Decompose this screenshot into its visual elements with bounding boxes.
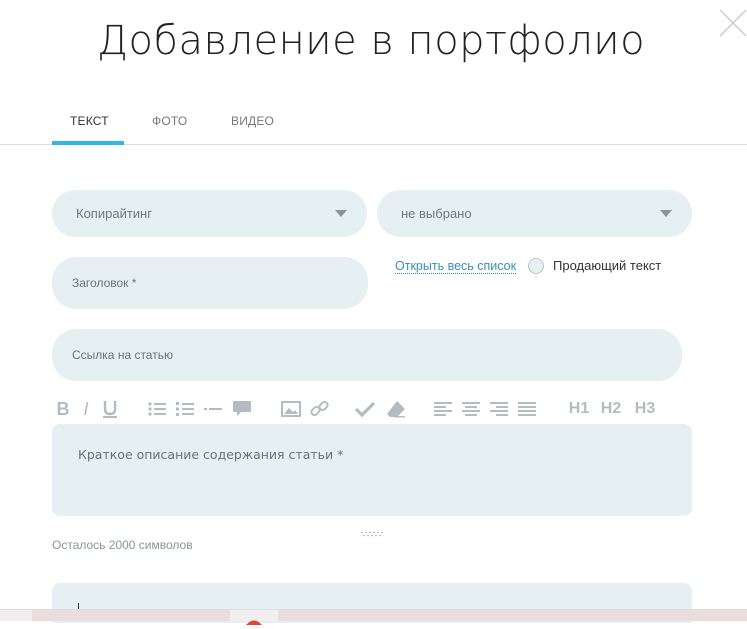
align-left-icon[interactable]: [434, 398, 452, 420]
align-center-icon[interactable]: [462, 398, 480, 420]
selling-text-checkbox[interactable]: [528, 258, 544, 274]
category-select[interactable]: Копирайтинг: [52, 190, 367, 237]
bold-icon[interactable]: B: [55, 398, 71, 420]
subcategory-select[interactable]: не выбрано: [377, 190, 692, 237]
tab-photo[interactable]: ФОТО: [152, 114, 187, 128]
image-icon[interactable]: [281, 398, 301, 420]
active-tab-indicator: [52, 141, 124, 145]
check-icon[interactable]: [354, 398, 376, 420]
remaining-chars-counter: Осталось 2000 символов: [52, 538, 193, 552]
tab-bar: ТЕКСТ ФОТО ВИДЕО: [0, 104, 747, 145]
taskbar-item[interactable]: [0, 610, 32, 621]
taskbar-item[interactable]: [230, 610, 278, 625]
chevron-down-icon: [660, 210, 672, 217]
close-button[interactable]: [718, 8, 747, 38]
quote-icon[interactable]: [232, 398, 252, 420]
eraser-icon[interactable]: [386, 398, 406, 420]
chevron-down-icon: [335, 210, 347, 217]
link-icon[interactable]: [310, 398, 330, 420]
close-icon: [719, 9, 747, 37]
resize-handle[interactable]: [360, 522, 384, 537]
category-select-value: Копирайтинг: [76, 206, 152, 221]
title-input-placeholder: Заголовок *: [72, 276, 137, 290]
horizontal-rule-icon[interactable]: [204, 398, 222, 420]
heading-2-button[interactable]: H2: [598, 398, 624, 420]
open-full-list-link[interactable]: Открыть весь список: [395, 259, 517, 274]
italic-icon[interactable]: I: [80, 398, 92, 420]
selling-text-label: Продающий текст: [553, 258, 662, 273]
tab-text[interactable]: ТЕКСТ: [70, 114, 109, 128]
align-right-icon[interactable]: [490, 398, 508, 420]
os-taskbar: [0, 609, 747, 625]
tab-video[interactable]: ВИДЕО: [231, 114, 274, 128]
modal-title: Добавление в портфолио: [96, 18, 646, 64]
description-placeholder: Краткое описание содержания статьи *: [78, 447, 344, 462]
article-link-input[interactable]: Ссылка на статью: [52, 329, 682, 381]
underline-icon[interactable]: [101, 398, 119, 420]
description-textarea[interactable]: Краткое описание содержания статьи *: [52, 424, 692, 516]
bullet-list-icon[interactable]: [148, 398, 166, 420]
align-justify-icon[interactable]: [518, 398, 536, 420]
numbered-list-icon[interactable]: [176, 398, 194, 420]
title-input[interactable]: Заголовок *: [52, 257, 368, 309]
editor-toolbar: B I H1 H2 H3: [52, 398, 692, 420]
article-link-placeholder: Ссылка на статью: [72, 348, 173, 362]
heading-3-button[interactable]: H3: [632, 398, 658, 420]
subcategory-select-value: не выбрано: [401, 206, 472, 221]
heading-1-button[interactable]: H1: [566, 398, 592, 420]
